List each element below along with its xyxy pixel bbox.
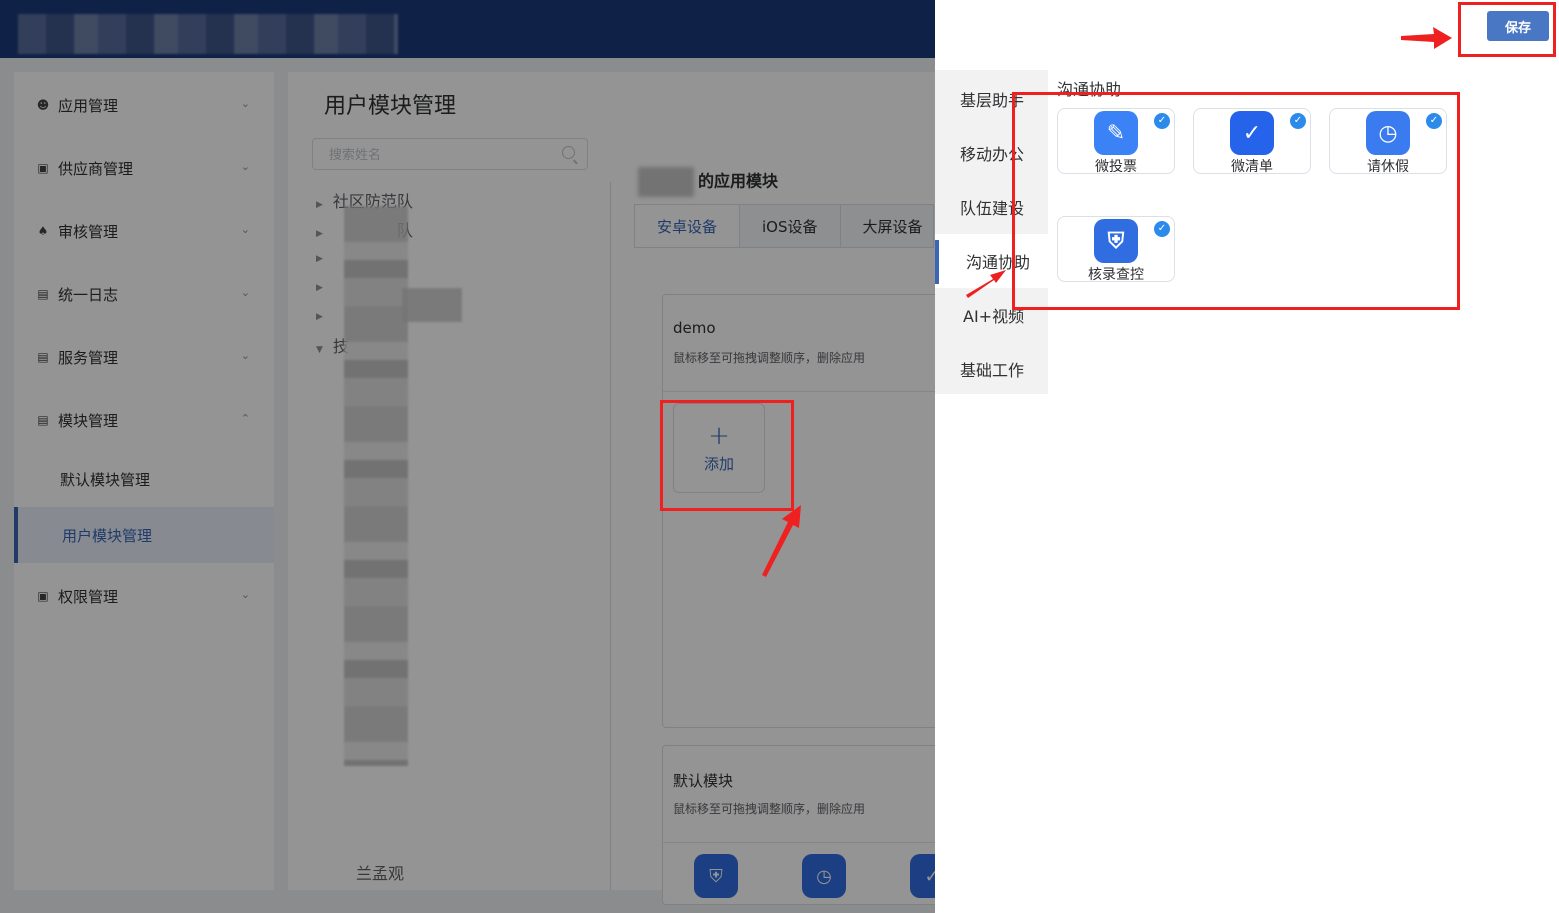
- modal-overlay[interactable]: [0, 0, 935, 913]
- annotation-box-apps: [1012, 92, 1460, 310]
- annotation-box-save: [1458, 2, 1556, 57]
- category-basic-work[interactable]: 基础工作: [935, 342, 1048, 396]
- annotation-box-add: [660, 400, 794, 511]
